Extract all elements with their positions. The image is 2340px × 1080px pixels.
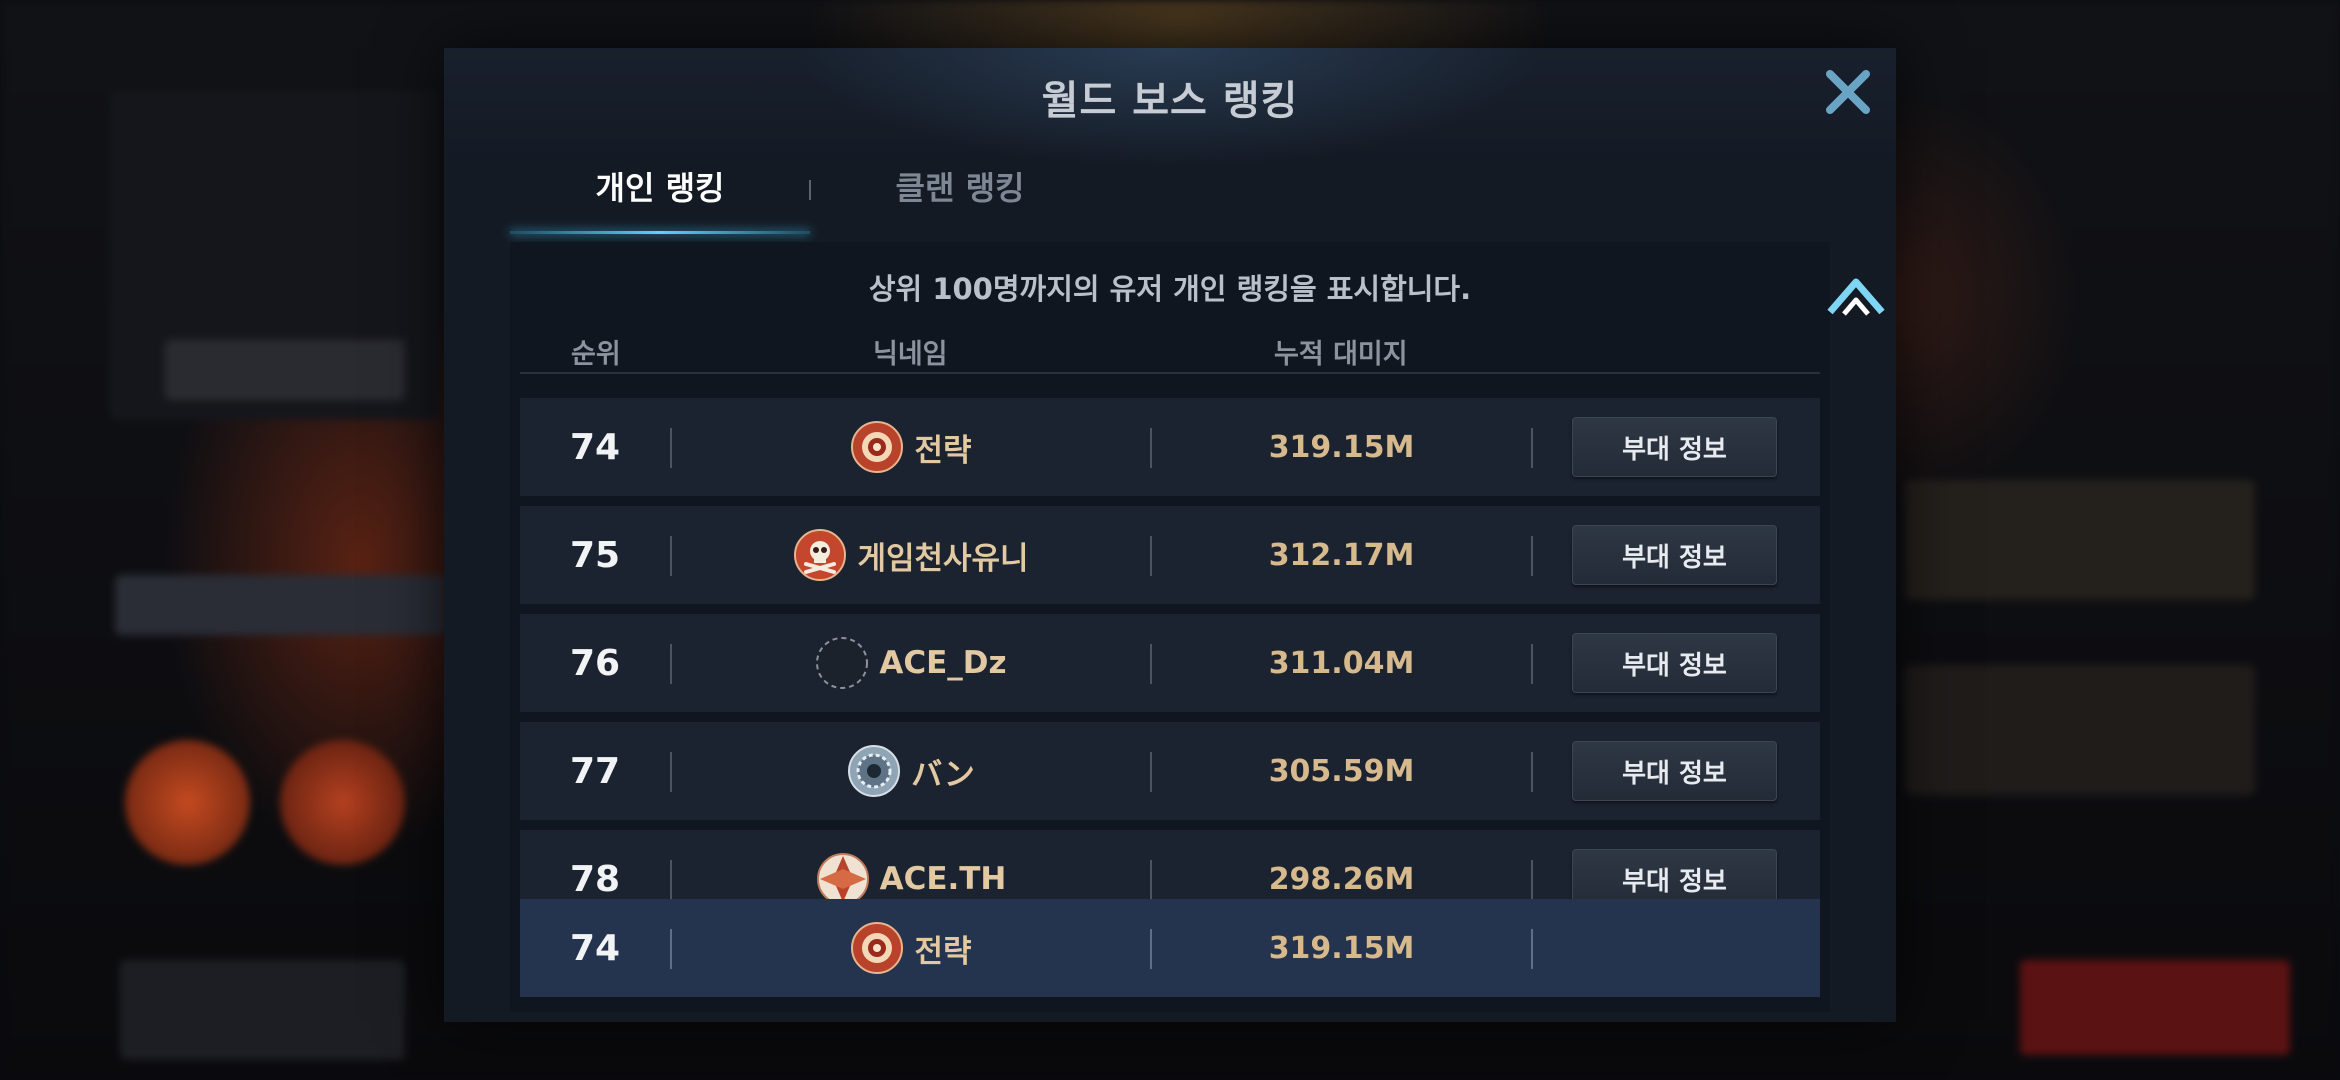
skull-emblem-icon xyxy=(794,529,847,581)
modal-title: 월드 보스 랭킹 xyxy=(1041,78,1299,124)
ranking-row: 74 전략 319.15M 부대 정보 xyxy=(520,398,1820,496)
row-nickname: 게임천사유니 xyxy=(857,540,1029,577)
my-damage: 319.15M xyxy=(1268,930,1415,966)
row-nickname-cell: 전략 xyxy=(672,398,1150,496)
ranking-row: 77 バン 305.59M 부대 정보 xyxy=(520,722,1820,820)
gear-emblem-icon xyxy=(848,745,901,797)
tab-clan-ranking[interactable]: 클랜 랭킹 xyxy=(810,138,1110,234)
row-damage: 311.04M xyxy=(1268,645,1415,681)
unit-info-button[interactable]: 부대 정보 xyxy=(1572,525,1777,585)
unit-info-button[interactable]: 부대 정보 xyxy=(1572,633,1777,693)
bg-item-icon xyxy=(125,740,250,865)
header-divider xyxy=(520,372,1820,374)
row-nickname: バン xyxy=(911,756,975,793)
row-rank: 77 xyxy=(569,750,621,792)
row-damage: 312.17M xyxy=(1268,537,1415,573)
row-rank: 75 xyxy=(569,534,621,576)
column-divider xyxy=(1531,752,1533,792)
cross-emblem-icon xyxy=(816,853,869,905)
bg-left-bar xyxy=(115,575,445,635)
world-boss-ranking-modal: 월드 보스 랭킹 개인 랭킹 클랜 랭킹 상위 100명까지의 유저 개인 랭킹… xyxy=(444,48,1896,1022)
row-nickname: ACE.TH xyxy=(879,861,1007,897)
unit-info-button[interactable]: 부대 정보 xyxy=(1572,417,1777,477)
ranking-row: 76 ACE_Dz 311.04M 부대 정보 xyxy=(520,614,1820,712)
tab-personal-ranking[interactable]: 개인 랭킹 xyxy=(510,138,810,234)
row-nickname-cell: 게임천사유니 xyxy=(672,506,1150,604)
ranking-panel: 상위 100명까지의 유저 개인 랭킹을 표시합니다. 순위 닉네임 누적 대미… xyxy=(510,242,1830,1012)
ranking-description: 상위 100명까지의 유저 개인 랭킹을 표시합니다. xyxy=(868,272,1472,306)
row-damage: 319.15M xyxy=(1268,429,1415,465)
unit-info-button[interactable]: 부대 정보 xyxy=(1572,741,1777,801)
bg-red-button xyxy=(2020,960,2290,1055)
column-divider xyxy=(1531,929,1533,969)
bg-right-list xyxy=(1905,665,2255,795)
my-nickname-cell: 전략 xyxy=(672,899,1150,997)
row-nickname-cell: バン xyxy=(672,722,1150,820)
close-icon[interactable] xyxy=(1820,64,1876,120)
row-nickname: 전략 xyxy=(914,432,972,469)
row-nickname-cell: ACE_Dz xyxy=(672,614,1150,712)
column-divider xyxy=(1531,860,1533,900)
my-ranking-row: 74 전략 319.15M xyxy=(520,899,1820,997)
my-nickname: 전략 xyxy=(914,933,972,970)
empty-emblem-icon xyxy=(816,637,869,689)
column-header-nickname: 닉네임 xyxy=(873,339,948,370)
ranking-tabs: 개인 랭킹 클랜 랭킹 xyxy=(510,138,1030,238)
column-header-rank: 순위 xyxy=(571,339,621,370)
column-divider xyxy=(1531,428,1533,468)
row-rank: 74 xyxy=(569,426,621,468)
row-damage: 305.59M xyxy=(1268,753,1415,789)
sun-emblem-icon xyxy=(851,922,904,974)
column-divider xyxy=(1531,644,1533,684)
row-rank: 76 xyxy=(569,642,621,684)
column-divider xyxy=(1531,536,1533,576)
my-rank: 74 xyxy=(569,927,621,969)
chevron-up-icon[interactable] xyxy=(1824,268,1888,320)
bg-right-list xyxy=(1905,480,2255,600)
bg-item-icon xyxy=(280,740,405,865)
ranking-row: 75 게임천사유니 312.17M 부대 정보 xyxy=(520,506,1820,604)
sun-emblem-icon xyxy=(851,421,904,473)
column-header-damage: 누적 대미지 xyxy=(1274,339,1408,370)
bg-bottom-panel xyxy=(120,960,405,1060)
bg-left-button xyxy=(165,340,405,400)
row-nickname: ACE_Dz xyxy=(879,645,1007,681)
